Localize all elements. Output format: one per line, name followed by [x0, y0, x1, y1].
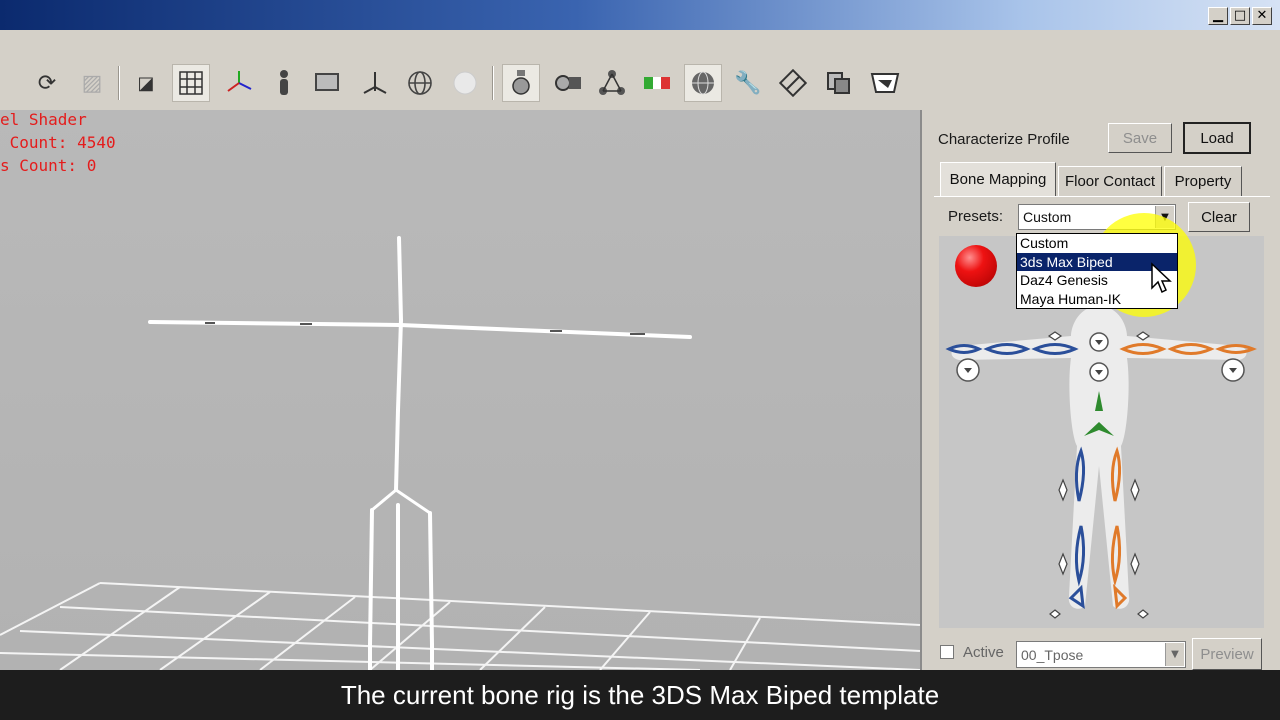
bone-edit-icon[interactable] — [774, 64, 812, 102]
rotate-icon[interactable]: ⟳ — [28, 64, 66, 102]
window-controls: ▁ □ ✕ — [1208, 7, 1272, 25]
video-caption: The current bone rig is the 3DS Max Bipe… — [0, 670, 1280, 720]
select-icon[interactable]: ◪ — [127, 64, 165, 102]
export-icon[interactable] — [866, 64, 904, 102]
main-toolbar: ⟳ ▨ ◪ 🔧 — [0, 58, 922, 110]
presets-value: Custom — [1023, 209, 1072, 225]
sphere-icon[interactable] — [446, 64, 484, 102]
light-bulb-icon[interactable] — [502, 64, 540, 102]
tab-bone-mapping[interactable]: Bone Mapping — [940, 162, 1056, 196]
load-button[interactable]: Load — [1183, 122, 1251, 154]
copy-icon[interactable] — [819, 64, 857, 102]
minimize-button[interactable]: ▁ — [1208, 7, 1228, 25]
figure-icon[interactable] — [265, 64, 303, 102]
close-button[interactable]: ✕ — [1252, 7, 1272, 25]
preset-option-custom[interactable]: Custom — [1017, 234, 1177, 253]
floor-grid — [0, 582, 920, 670]
move-axis-icon[interactable] — [356, 64, 394, 102]
pose-select[interactable]: 00_Tpose ▼ — [1016, 641, 1186, 668]
axis-gizmo-icon[interactable] — [220, 64, 258, 102]
box-icon[interactable] — [308, 64, 346, 102]
status-indicator — [955, 245, 997, 287]
active-checkbox[interactable] — [940, 645, 954, 659]
camera-icon[interactable] — [549, 64, 587, 102]
active-label: Active — [963, 644, 1004, 661]
toolbar-separator — [118, 66, 120, 100]
preview-button[interactable]: Preview — [1192, 638, 1262, 670]
color-icon[interactable] — [638, 64, 676, 102]
wrench-icon[interactable]: 🔧 — [729, 64, 767, 102]
wire-sphere-icon[interactable] — [684, 64, 722, 102]
pose-value: 00_Tpose — [1021, 646, 1084, 663]
grid-icon[interactable] — [172, 64, 210, 102]
node-graph-icon[interactable] — [593, 64, 631, 102]
eraser-icon[interactable]: ▨ — [73, 64, 111, 102]
toolbar-separator — [492, 66, 494, 100]
tab-property[interactable]: Property — [1164, 166, 1242, 196]
3d-viewport[interactable]: el Shader Count: 4540 s Count: 0 — [0, 110, 920, 670]
tab-border — [934, 196, 1270, 197]
globe-icon[interactable] — [401, 64, 439, 102]
profile-label: Characterize Profile — [938, 131, 1070, 148]
maximize-button[interactable]: □ — [1230, 7, 1250, 25]
save-button[interactable]: Save — [1108, 123, 1172, 153]
tab-floor-contact[interactable]: Floor Contact — [1058, 166, 1162, 196]
skeleton-bones — [148, 236, 692, 670]
skeleton-rig — [0, 236, 920, 670]
chevron-down-icon[interactable]: ▼ — [1165, 643, 1184, 666]
presets-label: Presets: — [948, 208, 1004, 225]
mouse-cursor-icon — [1151, 262, 1172, 294]
clear-button[interactable]: Clear — [1188, 202, 1250, 232]
title-bar: ▁ □ ✕ — [0, 0, 1280, 30]
